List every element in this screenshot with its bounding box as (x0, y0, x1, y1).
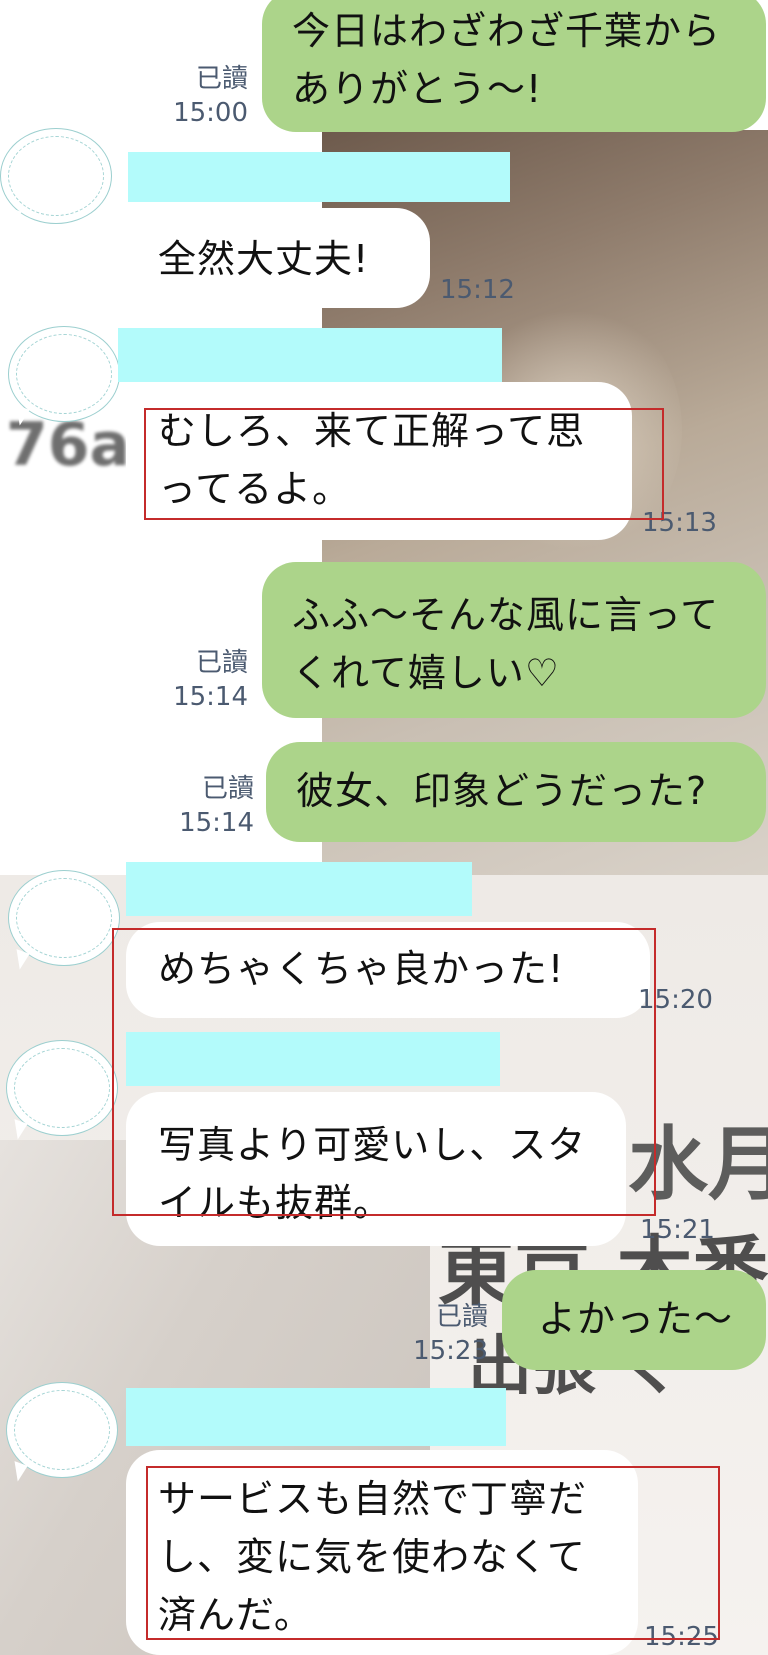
sender-avatar[interactable] (6, 1382, 118, 1478)
message-meta: 已讀 15:14 (156, 772, 254, 840)
sender-name-redacted (126, 1032, 500, 1086)
sender-name-redacted (126, 1388, 506, 1446)
poster-text-1: 水月 (628, 1118, 768, 1211)
sender-avatar[interactable] (8, 326, 120, 422)
message-time: 15:21 (640, 1215, 715, 1245)
message-time: 15:00 (173, 98, 248, 128)
message-time: 15:23 (413, 1336, 488, 1366)
sender-avatar[interactable] (6, 1040, 118, 1136)
message-time: 15:14 (173, 682, 248, 712)
message-time: 15:14 (179, 808, 254, 838)
sender-avatar[interactable] (0, 128, 112, 224)
message-bubble-outgoing[interactable]: よかった〜 (502, 1270, 766, 1370)
message-time: 15:13 (642, 508, 717, 538)
message-bubble-outgoing[interactable]: ふふ〜そんな風に言って くれて嬉しい♡ (262, 562, 766, 718)
message-bubble-incoming[interactable]: サービスも自然で丁寧だ し、変に気を使わなくて 済んだ。 (126, 1450, 638, 1655)
message-bubble-outgoing[interactable]: 彼女、印象どうだった? (266, 742, 766, 842)
read-receipt: 已讀 (435, 1302, 488, 1332)
message-time: 15:12 (440, 275, 515, 305)
sender-name-redacted (128, 152, 510, 202)
message-bubble-incoming[interactable]: むしろ、来て正解って思 ってるよ。 (126, 382, 632, 540)
message-time: 15:25 (644, 1622, 719, 1652)
message-meta: 已讀 15:00 (150, 62, 248, 130)
read-receipt: 已讀 (195, 648, 248, 678)
message-meta: 已讀 15:23 (390, 1300, 488, 1368)
read-receipt: 已讀 (195, 64, 248, 94)
message-bubble-incoming[interactable]: 全然大丈夫! (126, 208, 430, 308)
message-time: 15:20 (638, 985, 713, 1015)
message-bubble-outgoing[interactable]: 今日はわざわざ千葉から ありがとう〜! (262, 0, 766, 132)
message-bubble-incoming[interactable]: めちゃくちゃ良かった! (126, 922, 650, 1018)
message-bubble-incoming[interactable]: 写真より可愛いし、スタ イルも抜群。 (126, 1092, 626, 1246)
sender-avatar[interactable] (8, 870, 120, 966)
message-meta: 已讀 15:14 (150, 646, 248, 714)
sender-name-redacted (126, 862, 472, 916)
read-receipt: 已讀 (201, 774, 254, 804)
sender-name-redacted (118, 328, 502, 382)
